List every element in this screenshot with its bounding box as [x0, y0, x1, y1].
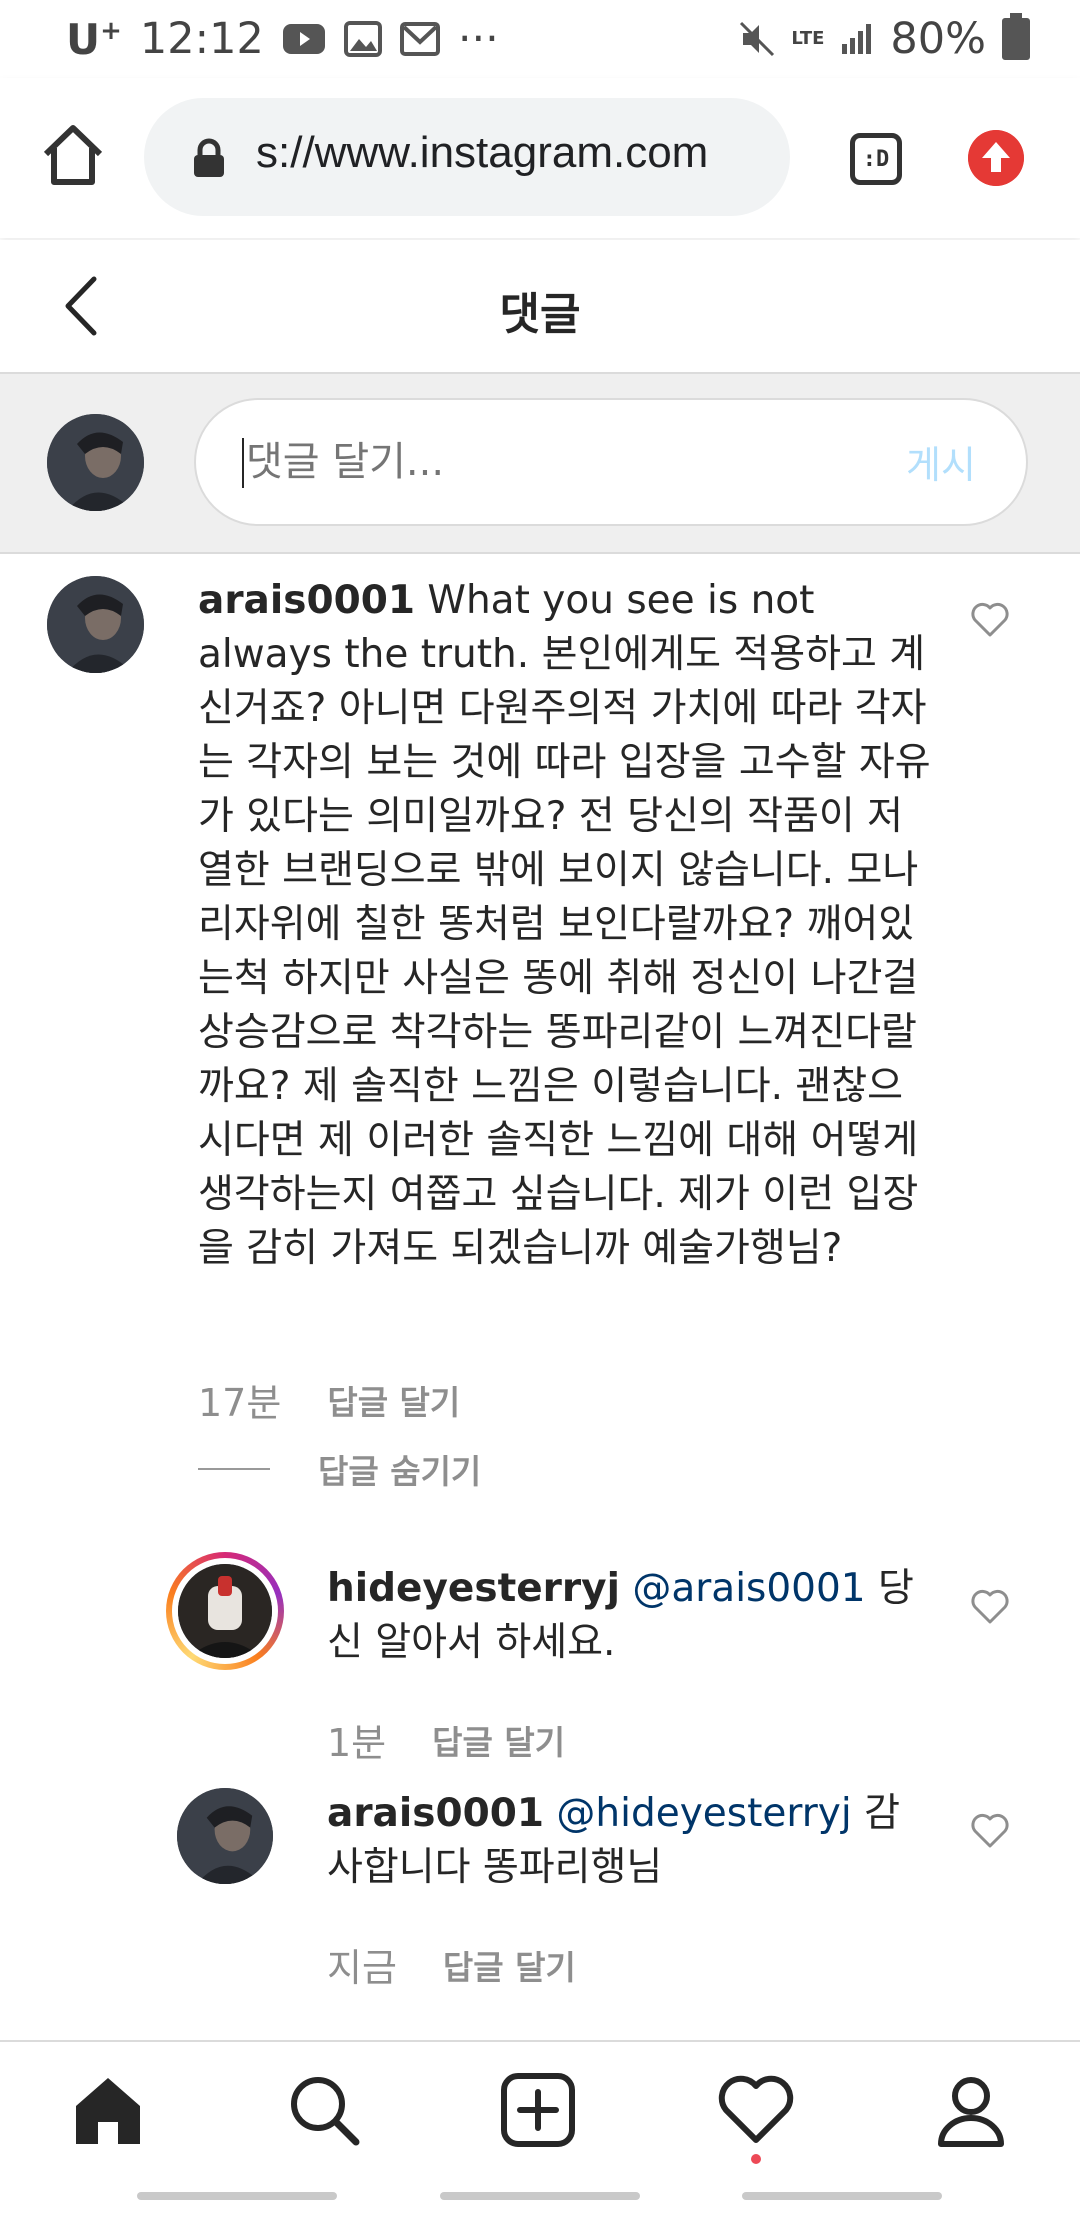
- mute-icon: [740, 21, 775, 57]
- gesture-pill-center: [440, 2192, 640, 2200]
- comment-item: arais0001 What you see is not always the…: [198, 574, 938, 1276]
- gmail-notification-icon: [399, 22, 440, 56]
- my-avatar: [47, 414, 144, 511]
- home-button-icon[interactable]: [38, 120, 108, 190]
- notification-dot: [751, 2154, 761, 2164]
- address-bar[interactable]: s://www.instagram.com: [144, 98, 790, 216]
- like-heart-icon[interactable]: [970, 602, 1010, 638]
- clock: 12:12: [139, 14, 264, 64]
- hide-replies-label: 답글 숨기기: [318, 1452, 482, 1491]
- page-title: 댓글: [499, 289, 581, 340]
- browser-toolbar: s://www.instagram.com :D: [0, 78, 1080, 238]
- activity-heart-icon[interactable]: [716, 2070, 796, 2150]
- reply-meta: 1분 답글 달기: [327, 1712, 565, 1767]
- story-avatar-ring[interactable]: [166, 1552, 284, 1670]
- comment-time: 17분: [198, 1381, 282, 1425]
- comment-body: arais0001 What you see is not always the…: [198, 574, 938, 1276]
- carrier-label: U+: [66, 14, 122, 64]
- reply-avatar-arais0001[interactable]: [177, 1788, 273, 1884]
- status-bar: U+ 12:12 ··· LTE 80%: [0, 0, 1080, 78]
- reply-body: hideyesterryj @arais0001 당신 알아서 하세요.: [327, 1562, 927, 1670]
- divider-line: [198, 1468, 270, 1470]
- bottom-navigation: [0, 2040, 1080, 2180]
- more-notifications-indicator: ···: [457, 14, 499, 64]
- comment-composer: 게시: [0, 374, 1080, 554]
- reply-time: 1분: [327, 1721, 387, 1765]
- tabs-button[interactable]: :D: [850, 133, 902, 185]
- hide-replies-button[interactable]: 답글 숨기기: [198, 1445, 481, 1493]
- comment-input[interactable]: [194, 398, 1028, 526]
- youtube-notification-icon: [282, 24, 325, 54]
- reply-mention[interactable]: @hideyesterryj: [556, 1791, 851, 1836]
- reply-meta: 지금 답글 달기: [327, 1937, 576, 1992]
- text-caret: [242, 438, 244, 488]
- comments-header: 댓글: [0, 240, 1080, 374]
- reply-item: hideyesterryj @arais0001 당신 알아서 하세요.: [327, 1562, 927, 1670]
- like-heart-icon[interactable]: [970, 1813, 1010, 1849]
- gallery-notification-icon: [343, 21, 382, 57]
- reply-button[interactable]: 답글 달기: [443, 1941, 576, 1989]
- reply-username[interactable]: hideyesterryj: [327, 1566, 620, 1611]
- reply-username[interactable]: arais0001: [327, 1791, 544, 1836]
- post-button[interactable]: 게시: [906, 434, 976, 489]
- reply-mention[interactable]: @arais0001: [632, 1566, 865, 1611]
- reply-button[interactable]: 답글 달기: [327, 1376, 460, 1424]
- battery-percent: 80%: [890, 14, 986, 64]
- comment-avatar-arais0001[interactable]: [47, 576, 144, 673]
- reply-body: arais0001 @hideyesterryj 감사합니다 똥파리행님: [327, 1787, 927, 1895]
- lock-icon: [194, 138, 224, 177]
- add-post-icon[interactable]: [498, 2070, 578, 2150]
- profile-icon[interactable]: [931, 2070, 1011, 2150]
- home-icon[interactable]: [68, 2070, 148, 2150]
- search-icon[interactable]: [284, 2070, 364, 2150]
- url-text: s://www.instagram.com: [256, 128, 709, 177]
- battery-icon: [1002, 13, 1030, 60]
- update-arrow-icon[interactable]: [968, 130, 1024, 186]
- gesture-pill-left: [137, 2192, 337, 2200]
- network-type: LTE: [791, 28, 825, 49]
- reply-item: arais0001 @hideyesterryj 감사합니다 똥파리행님: [327, 1787, 927, 1895]
- gesture-pill-right: [742, 2192, 942, 2200]
- comment-meta: 17분 답글 달기: [198, 1372, 460, 1427]
- reply-time: 지금: [327, 1946, 397, 1990]
- reply-button[interactable]: 답글 달기: [432, 1716, 565, 1764]
- signal-icon: [842, 24, 872, 54]
- comment-text: What you see is not always the truth. 본인…: [198, 578, 931, 1271]
- comment-username[interactable]: arais0001: [198, 578, 415, 623]
- reply-avatar-hideyesterryj: [178, 1564, 272, 1658]
- like-heart-icon[interactable]: [970, 1589, 1010, 1625]
